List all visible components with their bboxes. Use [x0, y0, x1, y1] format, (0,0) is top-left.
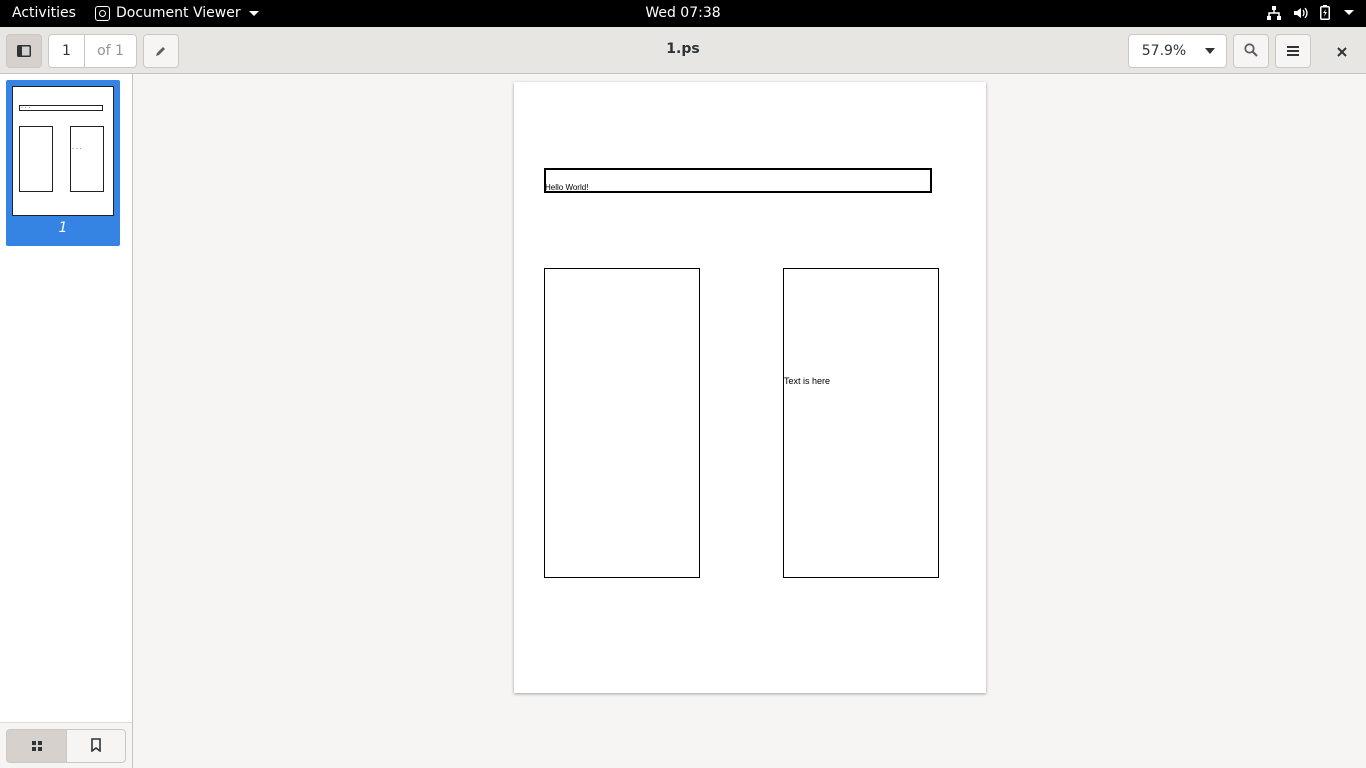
thumbnail-text-mark: . . . — [72, 144, 82, 151]
page-banner-box — [544, 168, 932, 193]
page-selector: 1 of 1 — [48, 34, 137, 68]
search-icon — [1244, 42, 1258, 61]
page-right-box — [783, 268, 939, 578]
box-text: Text is here — [784, 376, 831, 386]
thumbnail-box-right — [70, 126, 104, 192]
system-menu-chevron-icon — [1344, 10, 1354, 15]
page-left-box — [544, 268, 700, 578]
network-icon — [1267, 5, 1281, 20]
thumbnails-view-button[interactable] — [6, 729, 67, 763]
system-top-bar: Activities Document Viewer Wed 07:38 — [0, 0, 1366, 27]
chevron-down-icon — [1205, 48, 1215, 54]
hamburger-icon — [1287, 42, 1299, 61]
thumbnails-sidebar: . . . . . . 1 — [0, 74, 133, 768]
thumbnail-box-left — [19, 126, 53, 192]
zoom-value: 57.9% — [1141, 43, 1187, 59]
sidebar-toggle-button[interactable] — [6, 34, 42, 68]
page-count-label: of 1 — [97, 43, 124, 59]
close-icon — [1337, 42, 1347, 61]
sidebar-icon — [17, 42, 31, 61]
main-menu-button[interactable] — [1275, 34, 1311, 68]
zoom-dropdown[interactable]: 57.9% — [1128, 34, 1227, 68]
thumbnail-image: . . . . . . — [12, 86, 114, 216]
document-viewer-icon — [95, 5, 110, 21]
activities-button[interactable]: Activities — [12, 5, 76, 21]
search-button[interactable] — [1233, 34, 1269, 68]
sidebar-footer — [0, 722, 132, 768]
battery-icon — [1320, 5, 1330, 20]
thumbnail-banner — [19, 105, 103, 111]
pencil-icon — [155, 42, 167, 61]
volume-icon — [1293, 6, 1308, 20]
bookmarks-view-button[interactable] — [66, 729, 126, 763]
app-menu-label: Document Viewer — [116, 5, 241, 21]
app-menu[interactable]: Document Viewer — [95, 5, 259, 21]
document-page: Hello World! Text is here — [514, 82, 986, 693]
close-window-button[interactable] — [1330, 39, 1354, 63]
chevron-down-icon — [248, 10, 259, 16]
banner-text: Hello World! — [545, 183, 589, 192]
clock[interactable]: Wed 07:38 — [645, 5, 720, 21]
annotate-button[interactable] — [143, 34, 179, 68]
thumbnail-page-1[interactable]: . . . . . . 1 — [6, 80, 120, 246]
header-bar: 1 of 1 1.ps 57.9% — [0, 27, 1366, 74]
grid-icon — [31, 737, 43, 756]
thumbnail-page-number: 1 — [58, 220, 68, 236]
bookmark-icon — [90, 737, 102, 756]
document-canvas[interactable]: Hello World! Text is here — [133, 74, 1366, 768]
system-tray[interactable] — [1267, 5, 1354, 20]
current-page-input[interactable]: 1 — [49, 35, 85, 67]
thumbnail-text-mark: . . . — [21, 103, 31, 110]
